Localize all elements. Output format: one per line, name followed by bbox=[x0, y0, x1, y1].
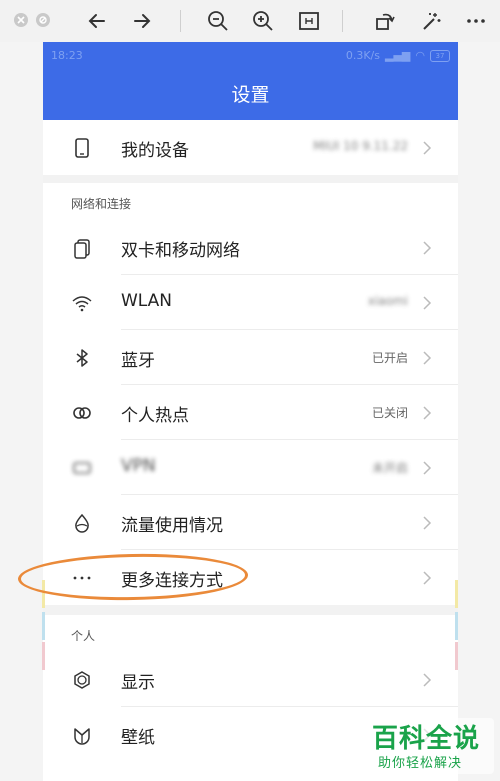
settings-item-label: 个人热点 bbox=[121, 406, 189, 426]
settings-item-bluetooth[interactable]: 蓝牙 已开启 bbox=[43, 330, 458, 385]
chevron-right-icon bbox=[423, 141, 432, 155]
chevron-right-icon bbox=[423, 571, 432, 585]
settings-item-value: 已开启 bbox=[371, 351, 408, 365]
edge-mark bbox=[42, 612, 45, 640]
settings-item-value: 未开启 bbox=[371, 461, 408, 475]
settings-item-label: 壁纸 bbox=[121, 728, 155, 748]
zoom-out-icon[interactable] bbox=[207, 10, 229, 32]
page-title: 设置 bbox=[43, 70, 458, 120]
status-bar: 18:23 0.3K/s ▂▄▆ ◠ 37 bbox=[43, 42, 458, 70]
settings-item-hotspot[interactable]: 个人热点 已关闭 bbox=[43, 385, 458, 440]
hotspot-icon bbox=[73, 407, 91, 419]
settings-item-value: MIUI 10 9.11.22 bbox=[313, 139, 408, 153]
status-indicators: 0.3K/s ▂▄▆ ◠ 37 bbox=[346, 49, 450, 62]
watermark-logo: 百科全说 助你轻松解决 bbox=[368, 718, 494, 774]
edge-mark bbox=[455, 612, 458, 640]
back-arrow-icon[interactable] bbox=[86, 10, 108, 32]
display-icon bbox=[74, 671, 90, 689]
chevron-right-icon bbox=[423, 461, 432, 475]
toolbar-divider bbox=[180, 10, 181, 32]
wallpaper-icon bbox=[74, 728, 90, 745]
vpn-icon bbox=[73, 462, 91, 474]
minimize-icon[interactable] bbox=[36, 13, 50, 27]
fit-window-icon[interactable] bbox=[298, 10, 320, 32]
phone-screen: 18:23 0.3K/s ▂▄▆ ◠ 37 设置 我的设备 MIUI 10 9.… bbox=[43, 42, 458, 781]
watermark-subtitle: 助你轻松解决 bbox=[378, 756, 463, 771]
edge-mark bbox=[455, 580, 458, 608]
status-time: 18:23 bbox=[51, 49, 83, 62]
chevron-right-icon bbox=[423, 351, 432, 365]
section-title-network: 网络和连接 bbox=[43, 183, 458, 219]
settings-item-label: 显示 bbox=[121, 673, 155, 693]
settings-item-vpn[interactable]: VPN 未开启 bbox=[43, 440, 458, 495]
section-gap bbox=[43, 605, 458, 615]
settings-item-sim-mobile[interactable]: 双卡和移动网络 bbox=[43, 220, 458, 275]
forward-arrow-icon[interactable] bbox=[131, 10, 153, 32]
rotate-icon[interactable] bbox=[374, 10, 396, 32]
settings-item-my-device[interactable]: 我的设备 MIUI 10 9.11.22 bbox=[43, 120, 458, 175]
chevron-right-icon bbox=[423, 673, 432, 687]
settings-item-display[interactable]: 显示 bbox=[43, 652, 458, 707]
settings-item-wlan[interactable]: WLAN xiaomi bbox=[43, 275, 458, 330]
settings-item-data-usage[interactable]: 流量使用情况 bbox=[43, 495, 458, 550]
phone-icon bbox=[75, 138, 89, 158]
settings-item-label: 我的设备 bbox=[121, 141, 189, 161]
edge-mark bbox=[455, 642, 458, 670]
battery-icon: 37 bbox=[430, 49, 450, 62]
edge-mark bbox=[42, 642, 45, 670]
chevron-right-icon bbox=[423, 296, 432, 310]
section-title-label: 个人 bbox=[71, 629, 96, 643]
zoom-in-icon[interactable] bbox=[252, 10, 274, 32]
settings-item-value: xiaomi bbox=[367, 294, 408, 308]
settings-item-label: VPN bbox=[121, 456, 156, 476]
section-title-label: 网络和连接 bbox=[71, 197, 132, 211]
settings-item-value: 已关闭 bbox=[371, 406, 408, 420]
wifi-icon bbox=[72, 296, 92, 312]
chevron-right-icon bbox=[423, 516, 432, 530]
viewer-toolbar bbox=[0, 0, 500, 42]
settings-item-label: 流量使用情况 bbox=[121, 516, 223, 536]
settings-item-label: WLAN bbox=[121, 291, 173, 311]
watermark-title: 百科全说 bbox=[372, 724, 481, 754]
chevron-right-icon bbox=[423, 241, 432, 255]
toolbar-divider bbox=[342, 10, 343, 32]
sim-card-icon bbox=[74, 239, 90, 259]
signal-icon: ▂▄▆ bbox=[385, 49, 411, 62]
network-speed: 0.3K/s bbox=[345, 49, 380, 62]
bluetooth-icon bbox=[76, 349, 88, 367]
section-title-personal: 个人 bbox=[43, 615, 458, 651]
data-usage-icon bbox=[75, 513, 89, 533]
close-icon[interactable] bbox=[14, 13, 28, 27]
chevron-right-icon bbox=[423, 406, 432, 420]
settings-item-label: 蓝牙 bbox=[121, 351, 155, 371]
more-icon[interactable] bbox=[465, 10, 487, 32]
magic-wand-icon[interactable] bbox=[420, 10, 442, 32]
settings-item-label: 双卡和移动网络 bbox=[121, 241, 240, 261]
wifi-status-icon: ◠ bbox=[415, 49, 425, 62]
